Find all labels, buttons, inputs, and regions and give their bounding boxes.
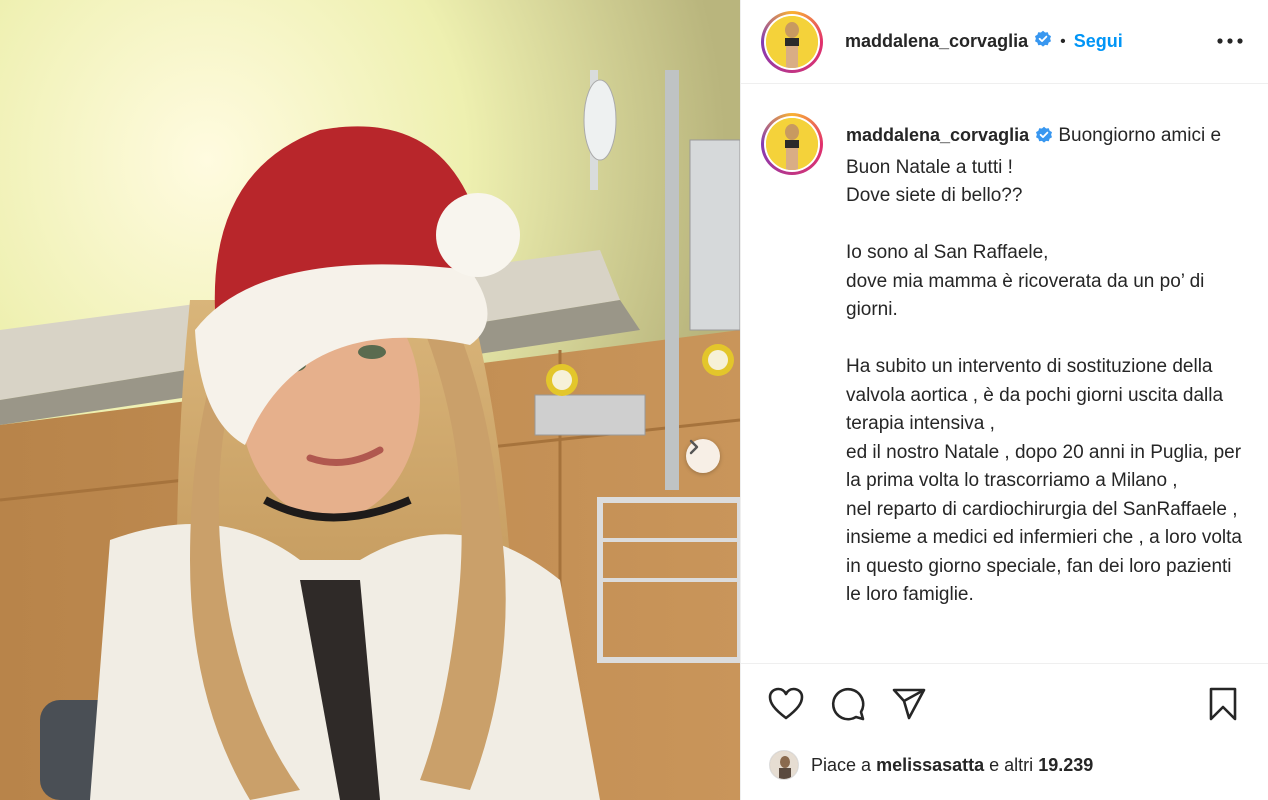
follow-button[interactable]: Segui bbox=[1074, 31, 1123, 52]
comment-bubble-icon bbox=[831, 687, 865, 721]
liker-avatar bbox=[769, 750, 799, 780]
post-actions: Piace a melissasatta e altri 19.239 bbox=[741, 663, 1268, 800]
likes-prefix: Piace a bbox=[811, 754, 872, 775]
post-header: maddalena_corvaglia • Segui bbox=[741, 0, 1268, 84]
like-button[interactable] bbox=[766, 684, 806, 724]
share-button[interactable] bbox=[889, 684, 929, 724]
comment-button[interactable] bbox=[828, 684, 868, 724]
likes-summary[interactable]: Piace a melissasatta e altri 19.239 bbox=[769, 750, 1093, 780]
likes-count[interactable]: 19.239 bbox=[1038, 755, 1093, 776]
photo-illustration bbox=[0, 0, 740, 800]
caption-username[interactable]: maddalena_corvaglia bbox=[846, 125, 1029, 145]
verified-badge-icon bbox=[1034, 30, 1052, 53]
caption-author-avatar[interactable] bbox=[761, 113, 823, 175]
avatar-photo bbox=[766, 15, 818, 68]
separator-dot: • bbox=[1060, 32, 1066, 50]
author-avatar[interactable] bbox=[761, 10, 823, 73]
caption-body: Buongiorno amici e Buon Natale a tutti !… bbox=[846, 125, 1243, 605]
post-photo[interactable] bbox=[0, 0, 740, 800]
post-caption: maddalena_corvaglia Buongiorno amici e B… bbox=[846, 121, 1246, 610]
heart-icon bbox=[768, 687, 804, 720]
more-options-button[interactable] bbox=[1215, 26, 1245, 56]
author-username[interactable]: maddalena_corvaglia bbox=[845, 31, 1028, 52]
post-side-panel: maddalena_corvaglia • Segui maddalena_co… bbox=[740, 0, 1268, 800]
paper-plane-icon bbox=[892, 688, 926, 720]
likes-conjunction: e altri bbox=[989, 754, 1034, 775]
next-photo-button[interactable] bbox=[686, 439, 720, 473]
verified-badge-icon bbox=[1035, 125, 1053, 154]
caption-area: maddalena_corvaglia Buongiorno amici e B… bbox=[741, 85, 1268, 663]
more-options-icon bbox=[1217, 38, 1243, 44]
liker-username[interactable]: melissasatta bbox=[876, 755, 984, 776]
save-button[interactable] bbox=[1203, 684, 1243, 724]
bookmark-icon bbox=[1209, 687, 1237, 721]
chevron-right-icon bbox=[689, 439, 699, 455]
avatar-photo bbox=[766, 118, 818, 170]
